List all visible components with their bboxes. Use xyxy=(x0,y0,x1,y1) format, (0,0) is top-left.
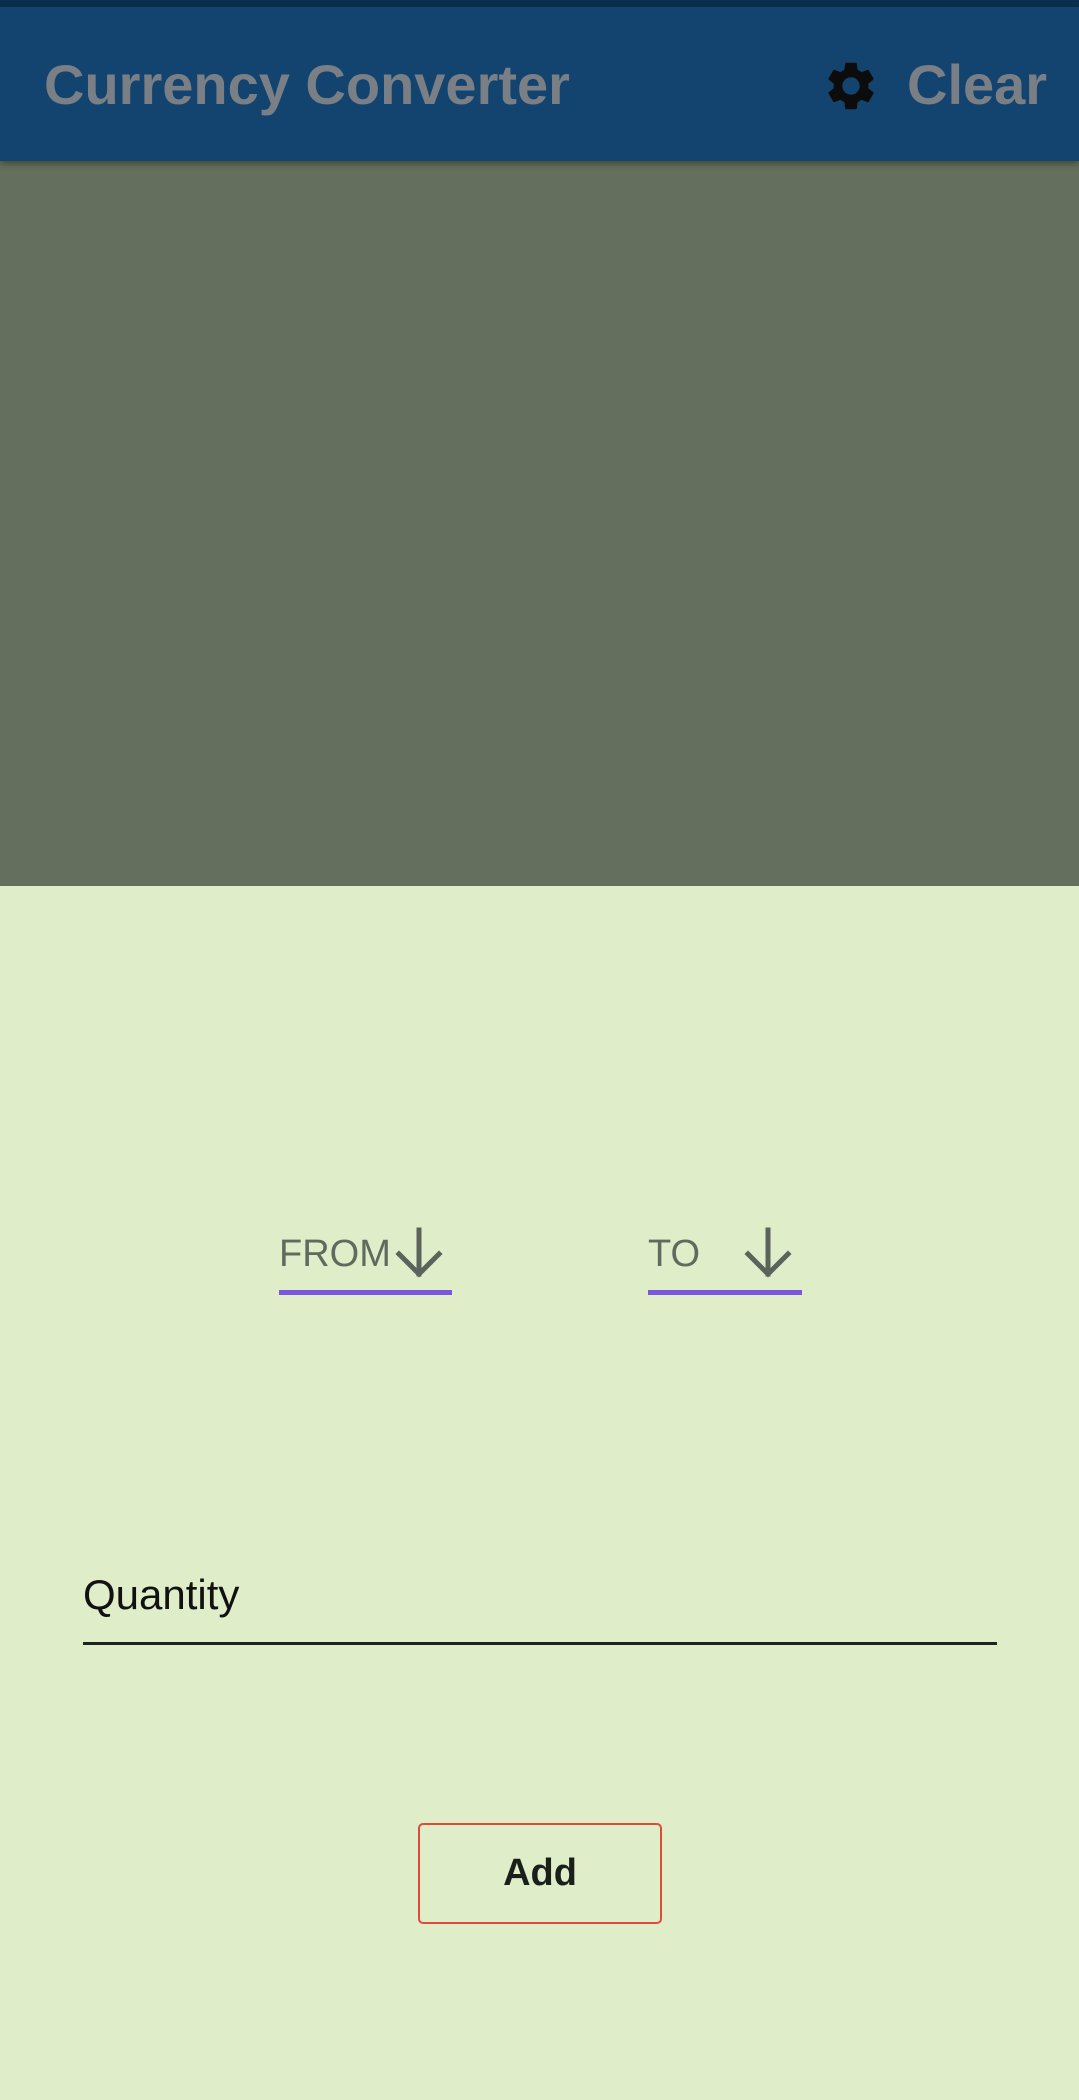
app-title: Currency Converter xyxy=(44,53,570,116)
from-currency-spinner[interactable]: FROM xyxy=(279,1220,452,1298)
gear-icon[interactable] xyxy=(822,57,880,115)
status-bar xyxy=(0,0,1079,7)
chart-placeholder-area xyxy=(0,161,1079,886)
arrow-down-icon xyxy=(394,1226,444,1280)
arrow-down-icon xyxy=(743,1226,793,1280)
quantity-field[interactable] xyxy=(83,1530,997,1650)
clear-button[interactable]: Clear xyxy=(907,53,1047,117)
from-spinner-label: FROM xyxy=(279,1233,391,1275)
from-spinner-underline xyxy=(279,1290,452,1295)
quantity-underline xyxy=(83,1642,997,1645)
to-spinner-underline xyxy=(648,1290,802,1295)
add-button[interactable]: Add xyxy=(418,1823,662,1924)
to-spinner-label: TO xyxy=(648,1233,701,1275)
app-bar: Currency Converter Clear xyxy=(0,7,1079,161)
to-currency-spinner[interactable]: TO xyxy=(648,1220,802,1298)
quantity-input[interactable] xyxy=(83,1530,997,1650)
